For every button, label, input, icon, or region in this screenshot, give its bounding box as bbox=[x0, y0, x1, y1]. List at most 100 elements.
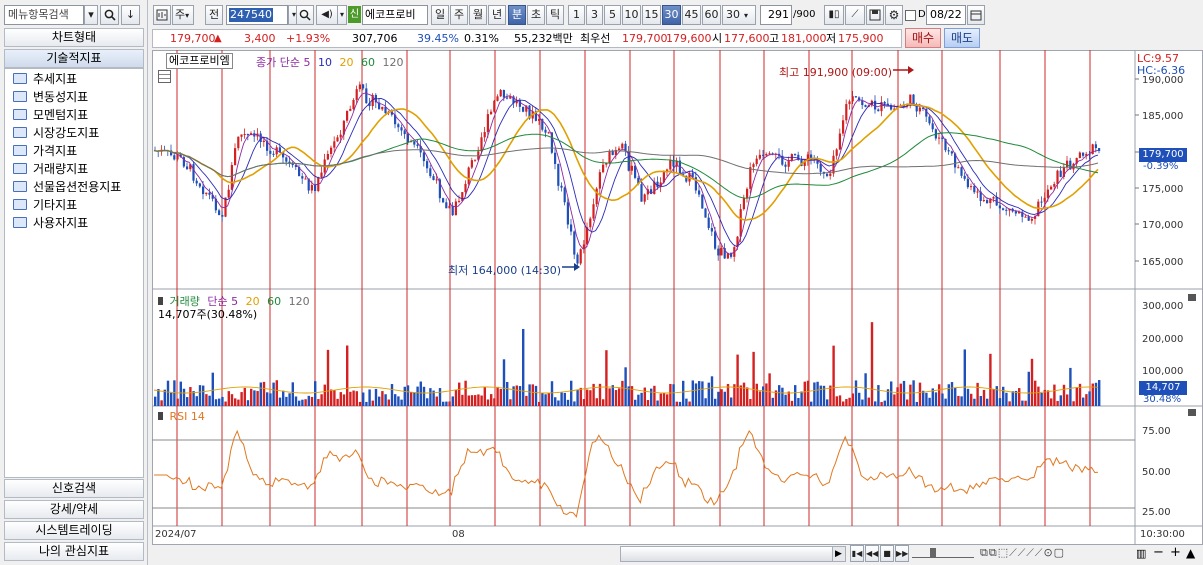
stock-code-input[interactable]: 247540 bbox=[226, 5, 288, 25]
horizontal-scrollbar[interactable]: ▶ bbox=[620, 546, 846, 562]
my-indicators-button[interactable]: 나의 관심지표 bbox=[4, 542, 144, 561]
volume-bar bbox=[989, 353, 992, 406]
interval-45[interactable]: 45 bbox=[682, 5, 701, 25]
bar-chart-icon[interactable]: ▥ bbox=[1136, 547, 1146, 560]
volume-bar bbox=[621, 380, 624, 406]
zoom-out-icon[interactable]: − bbox=[1153, 545, 1164, 560]
period-tick[interactable]: 틱 bbox=[546, 5, 564, 25]
scroll-thumb[interactable] bbox=[621, 547, 833, 561]
volume-bar bbox=[701, 381, 704, 406]
volume-bar bbox=[787, 391, 790, 406]
save-icon[interactable] bbox=[866, 5, 884, 25]
count-input[interactable]: 291 bbox=[760, 5, 792, 25]
strength-weakness-button[interactable]: 강세/약세 bbox=[4, 500, 144, 519]
type-select[interactable]: 주▾ bbox=[172, 5, 194, 25]
candle-body bbox=[246, 134, 249, 136]
tree-item[interactable]: 선물옵션전용지표 bbox=[13, 178, 121, 196]
sell-button[interactable]: 매도 bbox=[944, 28, 980, 48]
tree-item[interactable]: 기타지표 bbox=[13, 196, 77, 214]
code-search-icon[interactable] bbox=[296, 5, 314, 25]
tree-item[interactable]: 추세지표 bbox=[13, 70, 77, 88]
volume-bar bbox=[262, 381, 266, 406]
candle-body bbox=[563, 187, 566, 203]
chart-canvas[interactable] bbox=[152, 50, 1203, 545]
sound-dropdown-button[interactable]: ▾ bbox=[337, 5, 347, 25]
prev-button[interactable]: 전 bbox=[205, 5, 223, 25]
volume-bar bbox=[243, 387, 246, 406]
tree-item[interactable]: 시장강도지표 bbox=[13, 124, 99, 142]
interval-30[interactable]: 30 bbox=[662, 5, 681, 25]
interval-10[interactable]: 10 bbox=[622, 5, 641, 25]
candle-body bbox=[227, 189, 230, 198]
period-day[interactable]: 일 bbox=[431, 5, 449, 25]
candle-body bbox=[707, 217, 710, 229]
menu-search-input[interactable]: 메뉴항목검색 bbox=[4, 5, 84, 25]
interval-3[interactable]: 3 bbox=[586, 5, 603, 25]
volume-bar bbox=[720, 389, 723, 406]
candle-body bbox=[758, 154, 761, 159]
period-minute[interactable]: 분 bbox=[508, 5, 526, 25]
volume-bar bbox=[352, 390, 355, 406]
scroll-back-icon[interactable]: ◀◀ bbox=[865, 545, 879, 562]
candle-body bbox=[755, 158, 758, 165]
chart-type-icon[interactable] bbox=[153, 5, 171, 25]
zoom-slider[interactable] bbox=[912, 548, 974, 558]
volume-bar bbox=[198, 385, 202, 406]
tree-item[interactable]: 거래량지표 bbox=[13, 160, 88, 178]
candle-body bbox=[413, 141, 416, 145]
period-year[interactable]: 년 bbox=[488, 5, 506, 25]
search-dropdown-button[interactable]: ▾ bbox=[84, 5, 98, 25]
sound-icon[interactable]: ◀) bbox=[316, 5, 338, 25]
tree-item[interactable]: 모멘텀지표 bbox=[13, 106, 88, 124]
volume-bar bbox=[230, 394, 234, 406]
candle-body bbox=[1043, 197, 1046, 202]
volume-bar bbox=[1034, 380, 1037, 406]
tab-technical-indicators[interactable]: 기술적지표 bbox=[4, 49, 144, 68]
tree-item[interactable]: 사용자지표 bbox=[13, 214, 88, 232]
vol-ma60-label: 60 bbox=[267, 295, 282, 308]
calendar-icon[interactable] bbox=[967, 5, 985, 25]
buy-button[interactable]: 매수 bbox=[905, 28, 941, 48]
signal-search-button[interactable]: 신호검색 bbox=[4, 479, 144, 498]
close-icon[interactable] bbox=[1188, 409, 1196, 416]
interval-60[interactable]: 60 bbox=[702, 5, 721, 25]
date-input[interactable]: 08/22 bbox=[926, 5, 966, 25]
zoom-slider-thumb[interactable] bbox=[930, 548, 936, 558]
zoom-in-icon[interactable]: + bbox=[1170, 545, 1181, 560]
system-trading-button[interactable]: 시스템트레이딩 bbox=[4, 521, 144, 540]
arrow-down-icon[interactable]: ↓ bbox=[121, 5, 140, 25]
search-icon[interactable] bbox=[100, 5, 119, 25]
period-week[interactable]: 주 bbox=[450, 5, 468, 25]
scroll-forward-icon[interactable]: ▶▶ bbox=[895, 545, 909, 562]
gear-icon[interactable]: ⚙ bbox=[885, 5, 903, 25]
volume-bar bbox=[579, 387, 582, 406]
tree-item[interactable]: 가격지표 bbox=[13, 142, 77, 160]
interval-5[interactable]: 5 bbox=[604, 5, 621, 25]
grid-icon[interactable] bbox=[158, 70, 171, 83]
arrow-up-icon[interactable]: ▲ bbox=[1186, 546, 1195, 560]
folder-icon bbox=[13, 91, 27, 102]
tree-item[interactable]: 변동성지표 bbox=[13, 88, 88, 106]
bottom-tool-icons[interactable]: ⧉⧉⬚⟋⟋⟋⟋⊙▢ bbox=[980, 546, 1065, 560]
interval-1[interactable]: 1 bbox=[568, 5, 585, 25]
volume-bar bbox=[474, 395, 477, 406]
period-second[interactable]: 초 bbox=[527, 5, 545, 25]
close-icon[interactable] bbox=[1188, 294, 1196, 301]
interval-select[interactable]: 30 ▾ bbox=[722, 5, 756, 25]
candle-settings-icon[interactable]: ▮▯ bbox=[824, 5, 844, 25]
scroll-start-icon[interactable]: ▮◀ bbox=[850, 545, 864, 562]
interval-15[interactable]: 15 bbox=[642, 5, 661, 25]
tab-chart-type[interactable]: 차트형태 bbox=[4, 28, 144, 47]
volume-bar bbox=[419, 381, 422, 406]
date-checkbox[interactable] bbox=[905, 10, 916, 21]
candle-body bbox=[435, 179, 438, 181]
volume-bar bbox=[253, 390, 256, 406]
period-month[interactable]: 월 bbox=[469, 5, 487, 25]
scroll-right-arrow[interactable]: ▶ bbox=[835, 548, 842, 560]
ma5-label: 5 bbox=[303, 56, 311, 69]
stop-icon[interactable]: ■ bbox=[880, 545, 894, 562]
candle-body bbox=[173, 155, 176, 160]
volume-bar bbox=[656, 400, 659, 406]
volume-bar bbox=[826, 399, 829, 406]
trendline-icon[interactable]: ⟋ bbox=[845, 5, 865, 25]
